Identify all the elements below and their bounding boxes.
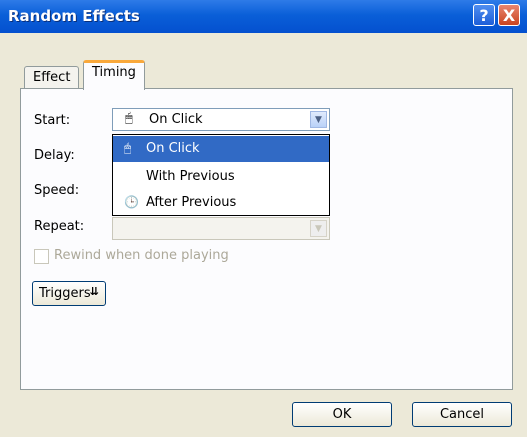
triggers-label: Triggers: [39, 286, 91, 301]
rewind-label: Rewind when done playing: [54, 248, 229, 263]
start-select[interactable]: 🖱 On Click ▼: [112, 108, 330, 131]
tab-timing[interactable]: Timing: [83, 60, 145, 90]
speed-label: Speed:: [34, 183, 80, 198]
option-label: On Click: [146, 141, 200, 156]
option-on-click[interactable]: 🖱 On Click: [113, 136, 329, 162]
clock-icon: 🕒: [124, 195, 139, 209]
delay-label: Delay:: [34, 148, 75, 163]
rewind-checkbox[interactable]: [34, 249, 49, 264]
chevron-down-icon[interactable]: ▼: [310, 220, 327, 237]
option-with-previous[interactable]: With Previous: [113, 164, 329, 190]
tab-effect[interactable]: Effect: [24, 66, 80, 88]
start-dropdown-list: 🖱 On Click With Previous 🕒 After Previou…: [112, 134, 330, 216]
option-label: With Previous: [146, 169, 235, 184]
help-button[interactable]: ?: [473, 4, 495, 26]
repeat-label: Repeat:: [34, 219, 85, 234]
chevron-down-icon[interactable]: ▼: [310, 111, 327, 128]
mouse-icon: 🖱: [125, 111, 133, 126]
triggers-button[interactable]: Triggers ⇊: [32, 281, 106, 306]
option-after-previous[interactable]: 🕒 After Previous: [113, 190, 329, 216]
double-chevron-down-icon: ⇊: [89, 285, 99, 298]
option-label: After Previous: [146, 195, 237, 210]
mouse-icon: 🖱: [124, 141, 132, 155]
help-icon: ?: [479, 5, 489, 25]
dialog-title: Random Effects: [8, 7, 140, 25]
start-select-value: On Click: [149, 112, 203, 127]
close-icon: X: [502, 5, 516, 25]
random-effects-dialog: Random Effects ? X Effect Timing Start: …: [0, 0, 527, 437]
cancel-button[interactable]: Cancel: [412, 402, 512, 427]
repeat-select[interactable]: ▼: [112, 217, 330, 240]
title-bar[interactable]: Random Effects ? X: [0, 0, 527, 33]
start-label: Start:: [34, 113, 71, 128]
close-button[interactable]: X: [498, 4, 520, 26]
ok-button[interactable]: OK: [292, 402, 392, 427]
